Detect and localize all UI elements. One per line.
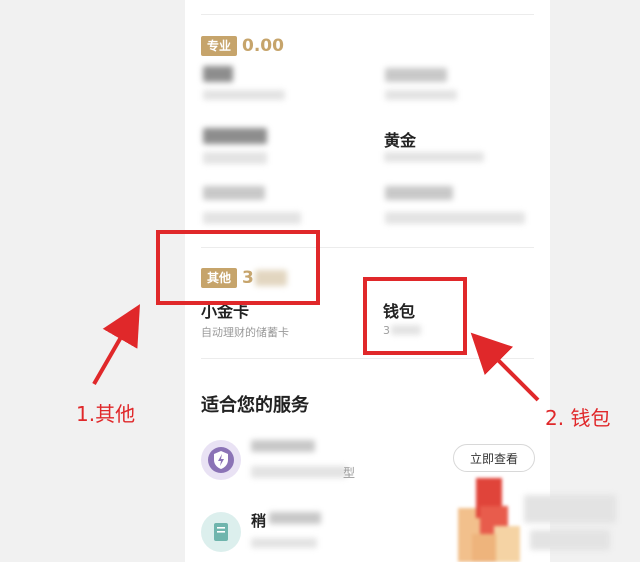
annotation-label-other: 1.其他 [76,402,136,426]
arrow-icon [92,304,540,402]
annotation-label-wallet: 2. 钱包 [545,406,611,430]
